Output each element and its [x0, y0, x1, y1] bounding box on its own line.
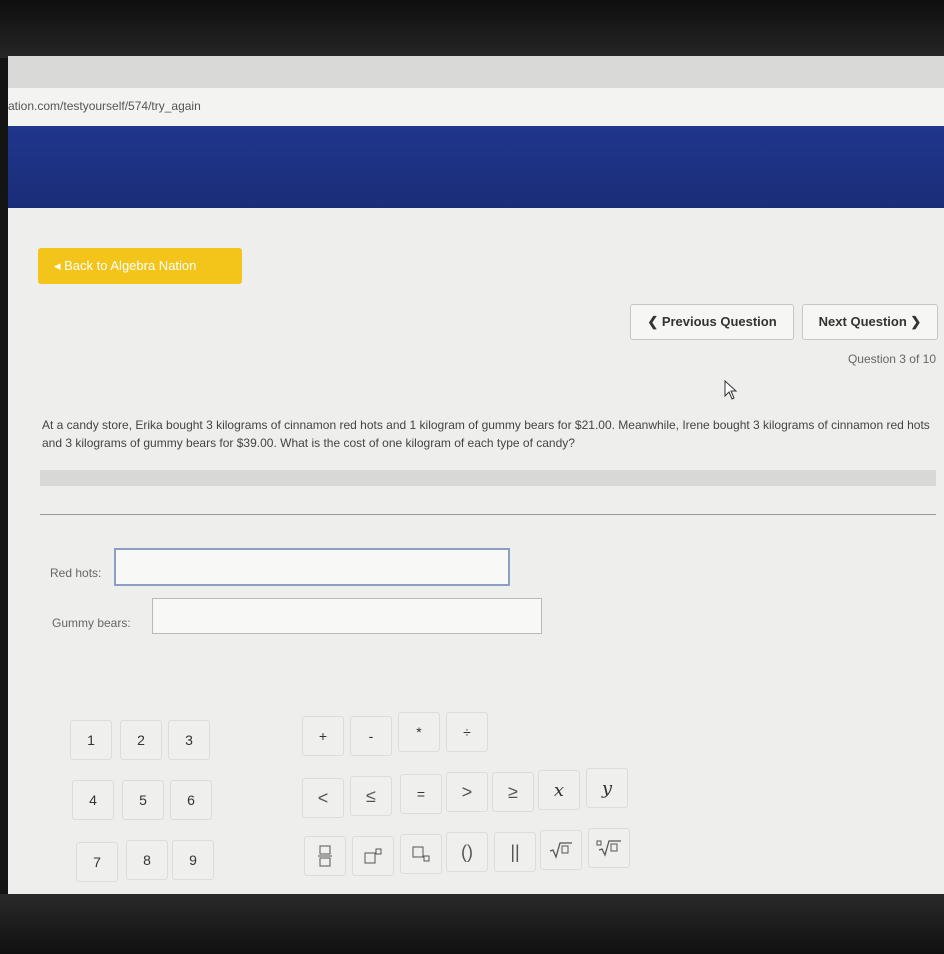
answer-divider: [40, 514, 936, 515]
gummy-bears-input[interactable]: [152, 598, 542, 634]
superscript-icon[interactable]: [352, 836, 394, 876]
key-absolute-value[interactable]: ||: [494, 832, 536, 872]
red-hots-input[interactable]: [114, 548, 510, 586]
question-text: At a candy store, Erika bought 3 kilogra…: [42, 418, 930, 450]
key-1[interactable]: 1: [70, 720, 112, 760]
question-counter: Question 3 of 10: [847, 352, 936, 366]
red-hots-label: Red hots:: [50, 566, 102, 580]
key-y[interactable]: y: [586, 768, 628, 808]
key-less-equal[interactable]: ≤: [350, 776, 392, 816]
key-7[interactable]: 7: [76, 842, 118, 882]
monitor-bezel-bottom: [0, 894, 944, 954]
key-minus[interactable]: -: [350, 716, 392, 756]
key-4[interactable]: 4: [72, 780, 114, 820]
monitor-bezel-top: [0, 0, 944, 58]
key-equals[interactable]: =: [400, 774, 442, 814]
site-header-banner: [8, 126, 944, 208]
gummy-bears-label: Gummy bears:: [52, 616, 131, 630]
question-separator-bar: [40, 470, 936, 486]
key-less-than[interactable]: <: [302, 778, 344, 818]
nth-root-icon[interactable]: [588, 828, 630, 868]
subscript-icon[interactable]: [400, 834, 442, 874]
square-root-icon[interactable]: [540, 830, 582, 870]
next-question-button[interactable]: Next Question ❯: [802, 304, 938, 340]
address-bar[interactable]: ation.com/testyourself/574/try_again: [8, 88, 944, 127]
key-parentheses[interactable]: (): [446, 832, 488, 872]
quiz-page: ◂ Back to Algebra Nation ❮ Previous Ques…: [8, 208, 944, 902]
url-text: ation.com/testyourself/574/try_again: [8, 99, 201, 113]
key-greater-equal[interactable]: ≥: [492, 772, 534, 812]
back-to-algebra-nation-button[interactable]: ◂ Back to Algebra Nation: [38, 248, 242, 284]
key-9[interactable]: 9: [172, 840, 214, 880]
key-x[interactable]: x: [538, 770, 580, 810]
key-8[interactable]: 8: [126, 840, 168, 880]
key-multiply[interactable]: *: [398, 712, 440, 752]
key-5[interactable]: 5: [122, 780, 164, 820]
fraction-icon[interactable]: [304, 836, 346, 876]
browser-tab-strip: [8, 56, 944, 88]
key-3[interactable]: 3: [168, 720, 210, 760]
key-plus[interactable]: +: [302, 716, 344, 756]
key-2[interactable]: 2: [120, 720, 162, 760]
previous-question-button[interactable]: ❮ Previous Question: [630, 304, 794, 340]
mouse-pointer-icon: [724, 380, 738, 400]
key-6[interactable]: 6: [170, 780, 212, 820]
key-greater-than[interactable]: >: [446, 772, 488, 812]
browser-window: ation.com/testyourself/574/try_again ◂ B…: [8, 56, 944, 902]
key-divide[interactable]: ÷: [446, 712, 488, 752]
